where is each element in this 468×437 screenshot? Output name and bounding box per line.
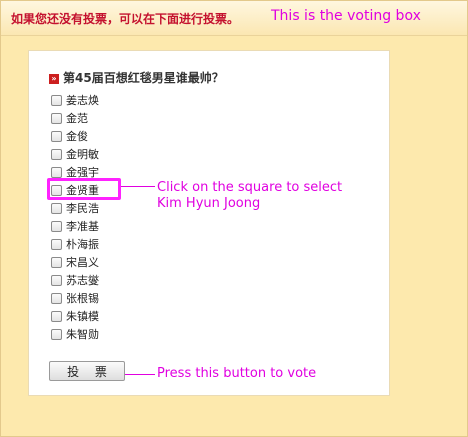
option-checkbox[interactable]	[51, 292, 62, 304]
voting-box-frame: 如果您还没有投票，可以在下面进行投票。 This is the voting b…	[0, 0, 468, 437]
option-item[interactable]: 姜志焕	[51, 91, 99, 109]
option-checkbox[interactable]	[51, 274, 62, 286]
voting-box-annotation: This is the voting box	[271, 8, 421, 24]
option-label: 朱镇模	[66, 310, 99, 323]
option-label: 朴海振	[66, 238, 99, 251]
option-checkbox[interactable]	[51, 112, 62, 124]
highlight-box	[47, 178, 121, 200]
option-checkbox[interactable]	[51, 202, 62, 214]
option-checkbox[interactable]	[51, 238, 62, 250]
option-item[interactable]: 李民浩	[51, 199, 99, 217]
option-checkbox[interactable]	[51, 130, 62, 142]
option-item[interactable]: 朱智勋	[51, 325, 99, 343]
option-label: 张根锡	[66, 292, 99, 305]
option-item[interactable]: 宋昌义	[51, 253, 99, 271]
poll-panel: » 第45届百想红毯男星谁最帅？ 姜志焕 金范 金俊 金明敏 金强宇 金贤重 李民…	[28, 50, 390, 396]
option-item[interactable]: 朱镇模	[51, 307, 99, 325]
header-bar: 如果您还没有投票，可以在下面进行投票。 This is the voting b…	[1, 1, 467, 36]
option-item[interactable]: 金范	[51, 109, 99, 127]
option-item[interactable]: 金俊	[51, 127, 99, 145]
option-label: 金明敏	[66, 148, 99, 161]
option-item[interactable]: 苏志燮	[51, 271, 99, 289]
button-hint-pointer	[125, 374, 155, 375]
option-list: 姜志焕 金范 金俊 金明敏 金强宇 金贤重 李民浩 李准基 朴海振 宋昌义 苏志…	[51, 91, 99, 343]
checkbox-hint-pointer	[121, 186, 155, 187]
option-checkbox[interactable]	[51, 94, 62, 106]
option-item[interactable]: 李准基	[51, 217, 99, 235]
option-checkbox[interactable]	[51, 310, 62, 322]
option-label: 朱智勋	[66, 328, 99, 341]
option-checkbox[interactable]	[51, 256, 62, 268]
option-label: 苏志燮	[66, 274, 99, 287]
option-label: 李准基	[66, 220, 99, 233]
option-checkbox[interactable]	[51, 148, 62, 160]
option-label: 宋昌义	[66, 256, 99, 269]
vote-button[interactable]: 投 票	[49, 361, 125, 381]
option-item[interactable]: 张根锡	[51, 289, 99, 307]
poll-question: » 第45届百想红毯男星谁最帅？	[49, 69, 224, 86]
option-checkbox[interactable]	[51, 220, 62, 232]
arrow-icon: »	[49, 73, 59, 84]
button-hint: Press this button to vote	[157, 366, 317, 381]
option-label: 姜志焕	[66, 94, 99, 107]
option-label: 金俊	[66, 130, 88, 143]
checkbox-hint: Click on the square to select Kim Hyun J…	[157, 180, 342, 212]
poll-question-text: 第45届百想红毯男星谁最帅？	[63, 71, 224, 85]
option-label: 李民浩	[66, 202, 99, 215]
option-label: 金范	[66, 112, 88, 125]
option-checkbox[interactable]	[51, 328, 62, 340]
vote-notice: 如果您还没有投票，可以在下面进行投票。	[11, 12, 240, 26]
checkbox-hint-line-1: Click on the square to select	[157, 180, 343, 195]
option-item[interactable]: 朴海振	[51, 235, 99, 253]
option-item[interactable]: 金明敏	[51, 145, 99, 163]
option-checkbox[interactable]	[51, 166, 62, 178]
checkbox-hint-line-2: Kim Hyun Joong	[157, 196, 261, 211]
